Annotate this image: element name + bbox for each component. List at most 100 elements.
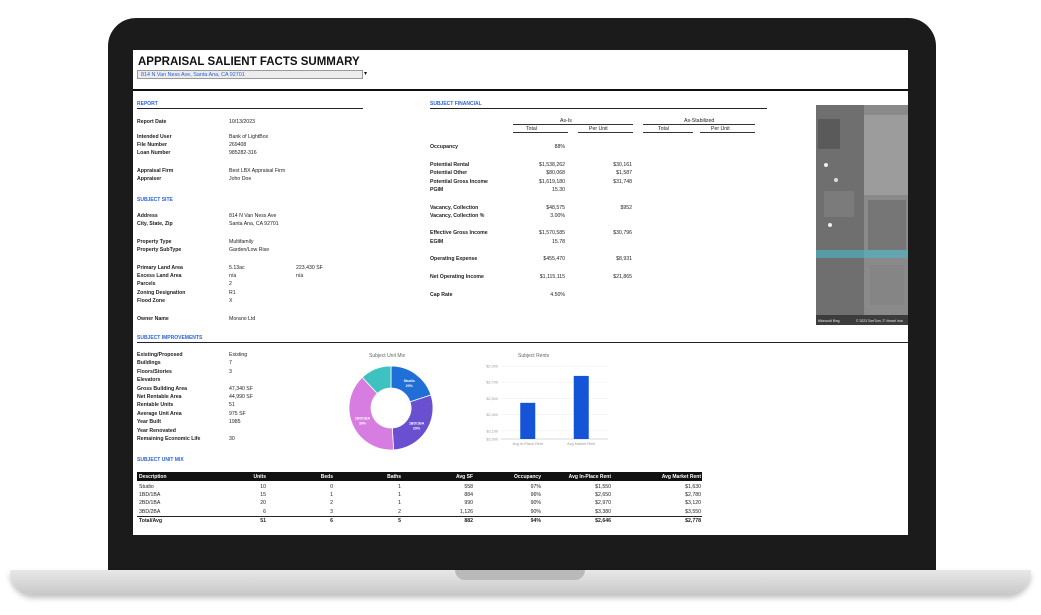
laptop-notch: [455, 570, 585, 580]
table-cell: 10: [260, 484, 266, 490]
table-cell: 1,126: [460, 508, 473, 515]
total-cell: 6: [330, 518, 333, 524]
site-value-secondary: n/a: [296, 273, 304, 279]
y-tick-label: $2,300: [486, 413, 498, 417]
table-cell: 990: [464, 500, 473, 507]
x-category-label: Avg In-Place Rent: [512, 442, 543, 446]
total-divider: [137, 516, 702, 517]
financial-total: $48,575: [546, 205, 565, 211]
financial-total: 88%: [554, 144, 565, 150]
report-label: Intended User: [137, 134, 172, 140]
total-cell: 94%: [530, 518, 541, 524]
report-label: Loan Number: [137, 150, 171, 156]
financial-per-unit: $30,796: [613, 230, 632, 236]
subject-site-header: SUBJECT SITE: [137, 197, 173, 203]
table-cell: $2,780: [685, 492, 701, 499]
table-cell: $3,120: [685, 500, 701, 507]
column-header: Baths: [387, 474, 401, 480]
unit-mix-donut-chart: Studio20% 1BD/1BA29% 2BD/1BA39%: [348, 365, 434, 451]
financial-total: 3.00%: [550, 213, 565, 219]
table-cell: 90%: [530, 508, 541, 515]
site-label: Zoning Designation: [137, 290, 186, 296]
site-value: Morano Ltd: [229, 316, 256, 322]
y-tick-label: $2,900: [486, 365, 498, 369]
table-cell: 96%: [530, 492, 541, 499]
column-header: Units: [253, 474, 267, 480]
donut-data-label: 1BD/1BA: [409, 421, 425, 425]
as-stabilized-underline: [643, 124, 755, 125]
total-underline: [513, 132, 568, 133]
improvements-divider: [137, 342, 908, 343]
stab-per-unit-underline: [700, 132, 755, 133]
y-tick-label: $2,500: [486, 397, 498, 401]
rents-bar-chart: $2,900 $2,700 $2,500 $2,300 $2,100 $2,000 Avg …: [486, 365, 608, 446]
total-cell: 882: [464, 518, 473, 524]
table-cell: 3BD/2BA: [139, 508, 161, 515]
table-cell: 3: [330, 508, 333, 515]
y-tick-label: $2,000: [486, 438, 498, 442]
improvement-value: 30: [229, 436, 235, 442]
report-value: 10/13/2023: [229, 119, 255, 125]
bar-avg-in-place-rent: [520, 402, 536, 439]
unit-mix-chart-title: Subject Unit Mix: [369, 353, 406, 359]
total-cell: $2,646: [595, 518, 611, 524]
table-cell: 0: [330, 484, 333, 490]
site-value: Santa Ana, CA 92701: [229, 221, 279, 227]
address-select[interactable]: 814 N Van Ness Ave, Santa Ana, CA 92701: [137, 70, 363, 79]
financial-label: Potential Rental: [430, 162, 470, 168]
bar-avg-market-rent: [573, 375, 589, 439]
column-header: Beds: [320, 474, 333, 480]
improvement-value: 3: [229, 368, 232, 375]
total-cell: Total/Avg: [139, 518, 163, 524]
y-tick-label: $2,100: [486, 429, 498, 433]
column-header: Avg In-Place Rent: [568, 474, 611, 480]
improvement-value: 7: [229, 360, 232, 367]
table-cell: Studio: [139, 484, 154, 490]
page-title: APPRAISAL SALIENT FACTS SUMMARY: [138, 56, 360, 68]
site-value: 814 N Van Ness Ave: [229, 213, 277, 219]
table-cell: $1,550: [595, 484, 611, 490]
improvement-label: Average Unit Area: [137, 410, 182, 417]
financial-label: PGIM: [430, 187, 444, 193]
donut-data-label: 2BD/1BA: [355, 416, 371, 420]
financial-label: Cap Rate: [430, 292, 453, 298]
improvement-label: Gross Building Area: [137, 385, 187, 392]
column-header: Avg Market Rent: [661, 474, 701, 480]
financial-label: Potential Gross Income: [430, 179, 488, 185]
site-value: 5.13ac: [229, 265, 245, 271]
table-cell: $3,550: [685, 508, 701, 515]
y-tick-label: $2,700: [486, 381, 498, 385]
financial-per-unit: $21,865: [613, 274, 632, 280]
site-label: Flood Zone: [137, 298, 165, 304]
financial-total: 4.50%: [550, 292, 565, 298]
improvement-value: 1985: [229, 419, 241, 426]
table-cell: 884: [464, 492, 473, 499]
aerial-photo: Microsoft Bing © 2023 TomTom, © Vexcel I…: [816, 105, 908, 325]
financial-label: Vacancy, Collection: [430, 205, 479, 211]
subject-improvements-header: SUBJECT IMPROVEMENTS: [137, 335, 203, 341]
donut-data-label: 29%: [413, 426, 421, 430]
improvement-value: 44,990 SF: [229, 394, 253, 400]
report-value: 269408: [229, 142, 247, 148]
table-cell: 1: [398, 484, 401, 490]
improvement-label: Floors/Stories: [137, 368, 172, 375]
photo-credit-right: © 2023 TomTom, © Vexcel Ima: [856, 319, 903, 323]
table-cell: 2BD/1BA: [139, 500, 161, 507]
improvement-label: Rentable Units: [137, 402, 174, 409]
report-value: Best LBX Appraisal Firm: [229, 168, 286, 174]
site-label: Owner Name: [137, 316, 169, 322]
unit-mix-table-header: [137, 472, 702, 481]
table-cell: 6: [263, 508, 266, 515]
improvement-label: Year Built: [137, 419, 161, 426]
report-label: Appraiser: [137, 176, 162, 182]
report-divider: [137, 108, 363, 109]
chevron-down-icon[interactable]: ▾: [364, 71, 367, 78]
report-label: Appraisal Firm: [137, 168, 174, 174]
financial-total: $455,470: [543, 256, 565, 262]
stab-total-underline: [643, 132, 693, 133]
table-cell: $3,380: [595, 508, 611, 515]
improvement-value: 51: [229, 402, 235, 409]
per-unit-underline: [578, 132, 633, 133]
financial-total: $1,619,180: [539, 179, 565, 185]
site-label: Parcels: [137, 281, 156, 287]
